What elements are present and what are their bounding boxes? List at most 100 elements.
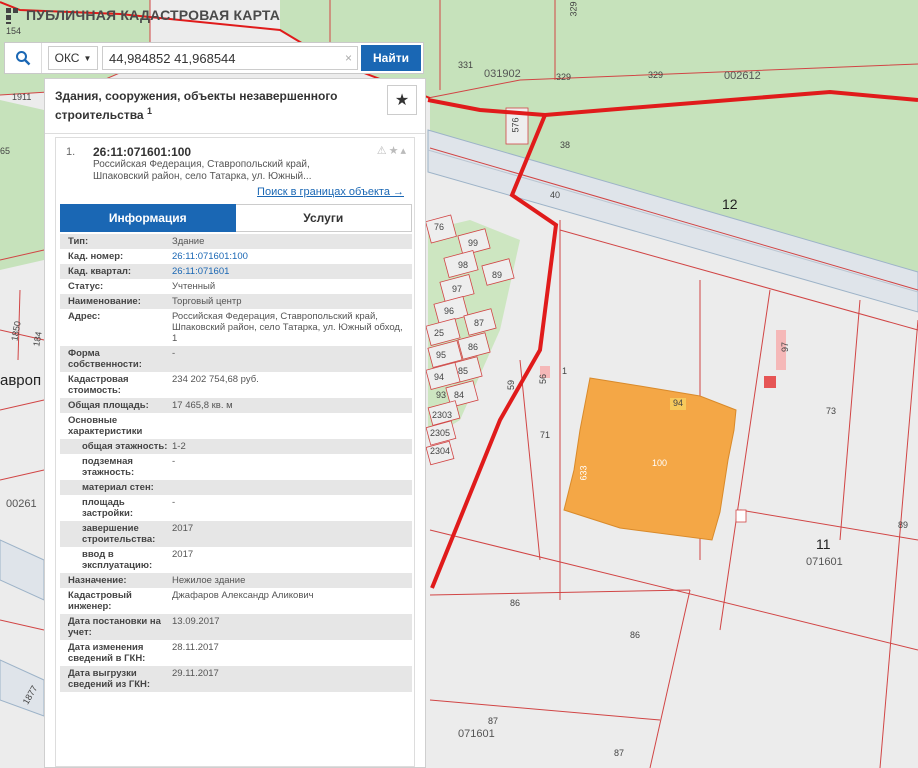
attribute-value: 17 465,8 кв. м: [172, 400, 233, 411]
map-label: 99: [468, 238, 479, 248]
rosreestr-logo-icon[interactable]: [4, 6, 22, 24]
attribute-key: Общая площадь:: [68, 400, 149, 411]
map-label-settlement: аврoп: [0, 372, 42, 389]
attribute-value: -: [172, 348, 176, 359]
attribute-value: [172, 415, 412, 437]
attribute-value: -: [172, 456, 176, 467]
result-address: Российская Федерация, Ставропольский кра…: [93, 159, 312, 182]
attribute-value: [172, 482, 412, 493]
map-label: 98: [458, 260, 469, 270]
attribute-row: подземная этажность: -: [60, 454, 412, 480]
attribute-value: 234 202 754,68 руб.: [172, 374, 259, 385]
attribute-row: Кадастровый инженер: Джафаров Александр А…: [60, 588, 412, 614]
attribute-key: Тип:: [68, 236, 89, 247]
map-label: 73: [826, 406, 837, 416]
map-label: 329: [568, 1, 579, 17]
attribute-row: площадь застройки: -: [60, 495, 412, 521]
map-label: 38: [560, 140, 571, 150]
panel-header: Здания, сооружения, объекты незавершенно…: [45, 79, 425, 134]
result-actions: ⚠★▴: [377, 144, 408, 157]
attribute-row: Дата изменения сведений в ГКН: 28.11.2017: [60, 640, 412, 666]
attribute-value: -: [172, 497, 176, 508]
attribute-row: завершение строительства: 2017: [60, 521, 412, 547]
attribute-key: площадь застройки:: [82, 497, 134, 519]
map-label: 65: [0, 146, 11, 156]
map-label: 84: [454, 390, 465, 400]
attribute-key: Назначение:: [68, 575, 127, 586]
attribute-key: Кадастровый инженер:: [68, 590, 132, 612]
attribute-row: Дата постановки на учет: 13.09.2017: [60, 614, 412, 640]
attribute-value: Здание: [172, 236, 205, 247]
attribute-row: Статус: Учтенный: [60, 279, 412, 294]
attribute-value: Учтенный: [172, 281, 216, 292]
result-card: 1. 26:11:071601:100 Российская Федерация…: [55, 137, 415, 767]
small-lot: [735, 509, 747, 523]
attribute-key: Адрес:: [68, 311, 101, 322]
attribute-value: 1-2: [172, 441, 186, 452]
attribute-row: общая этажность: 1-2: [60, 439, 412, 454]
red-marker: [764, 376, 776, 388]
search-bar: ОКС ▼ × Найти: [4, 42, 424, 74]
map-label: 002612: [724, 70, 761, 82]
attribute-row: материал стен:: [60, 480, 412, 495]
attribute-value: Торговый центр: [172, 296, 242, 307]
building-highlight[interactable]: [563, 377, 737, 541]
attribute-row: Тип: Здание: [60, 234, 412, 249]
star-outline-icon[interactable]: ★: [389, 145, 401, 157]
tab-services[interactable]: Услуги: [235, 204, 412, 232]
attribute-key: завершение строительства:: [82, 523, 156, 545]
attribute-value: Нежилое здание: [172, 575, 246, 586]
attribute-key: Кадастровая стоимость:: [68, 374, 129, 396]
search-icon[interactable]: [5, 43, 42, 73]
attribute-key: подземная этажность:: [82, 456, 135, 478]
clear-icon[interactable]: ×: [345, 51, 352, 65]
attribute-value-link[interactable]: 26:11:071601: [172, 266, 412, 277]
map-label: 40: [550, 190, 561, 200]
favorite-star-icon[interactable]: ★: [387, 85, 417, 115]
attribute-value: 29.11.2017: [172, 668, 219, 679]
attribute-key: материал стен:: [82, 482, 154, 493]
attribute-key: Дата изменения сведений в ГКН:: [68, 642, 146, 664]
result-count: 1: [146, 106, 152, 116]
map-label: 2304: [430, 446, 451, 456]
app-title: ПУБЛИЧНАЯ КАДАСТРОВАЯ КАРТА: [26, 7, 281, 23]
map-label: 633: [578, 465, 589, 481]
attribute-row: Общая площадь: 17 465,8 кв. м: [60, 398, 412, 413]
map-label: 71: [540, 430, 551, 440]
result-cad-number[interactable]: 26:11:071601:100: [93, 145, 191, 159]
collapse-icon[interactable]: ▴: [400, 145, 408, 157]
map-label-zone: 12: [722, 196, 738, 212]
map-label: 76: [434, 222, 445, 232]
map-label: 071601: [458, 728, 495, 740]
attribute-key: Основные характеристики: [68, 415, 143, 437]
attribute-row: Основные характеристики: [60, 413, 412, 439]
search-in-bounds-link[interactable]: Поиск в границах объекта →: [257, 186, 404, 198]
chevron-down-icon: ▼: [83, 53, 92, 63]
attribute-value-link[interactable]: 26:11:071601:100: [172, 251, 412, 262]
attribute-value: Джафаров Александр Аликович: [172, 590, 314, 601]
object-type-select[interactable]: ОКС ▼: [48, 46, 98, 70]
map-label: 1: [562, 366, 568, 376]
attribute-row: Дата выгрузки сведений из ГКН: 29.11.2017: [60, 666, 412, 692]
attribute-row: Назначение: Нежилое здание: [60, 573, 412, 588]
map-label-zone: 11: [816, 536, 831, 552]
search-input[interactable]: [102, 46, 358, 70]
map-label: 329: [556, 72, 572, 82]
attribute-value: 13.09.2017: [172, 616, 220, 627]
find-button[interactable]: Найти: [361, 45, 421, 71]
attribute-table: Тип: Здание Кад. номер: 26:11:071601:100 Кад…: [60, 234, 412, 692]
info-tabs: Информация Услуги: [60, 204, 412, 232]
map-label: 86: [468, 342, 479, 352]
attribute-row: Кад. номер: 26:11:071601:100: [60, 249, 412, 264]
map-label: 94: [434, 372, 445, 382]
object-type-value: ОКС: [54, 51, 80, 65]
attribute-row: Наименование: Торговый центр: [60, 294, 412, 309]
tab-information[interactable]: Информация: [60, 204, 236, 232]
map-label: 2305: [430, 428, 451, 438]
map-label: 1911: [12, 92, 32, 102]
map-label: 00261: [6, 498, 37, 510]
attribute-key: Кад. квартал:: [68, 266, 132, 277]
attribute-key: Наименование:: [68, 296, 141, 307]
attribute-key: Форма собственности:: [68, 348, 142, 370]
warning-icon[interactable]: ⚠: [377, 145, 389, 157]
